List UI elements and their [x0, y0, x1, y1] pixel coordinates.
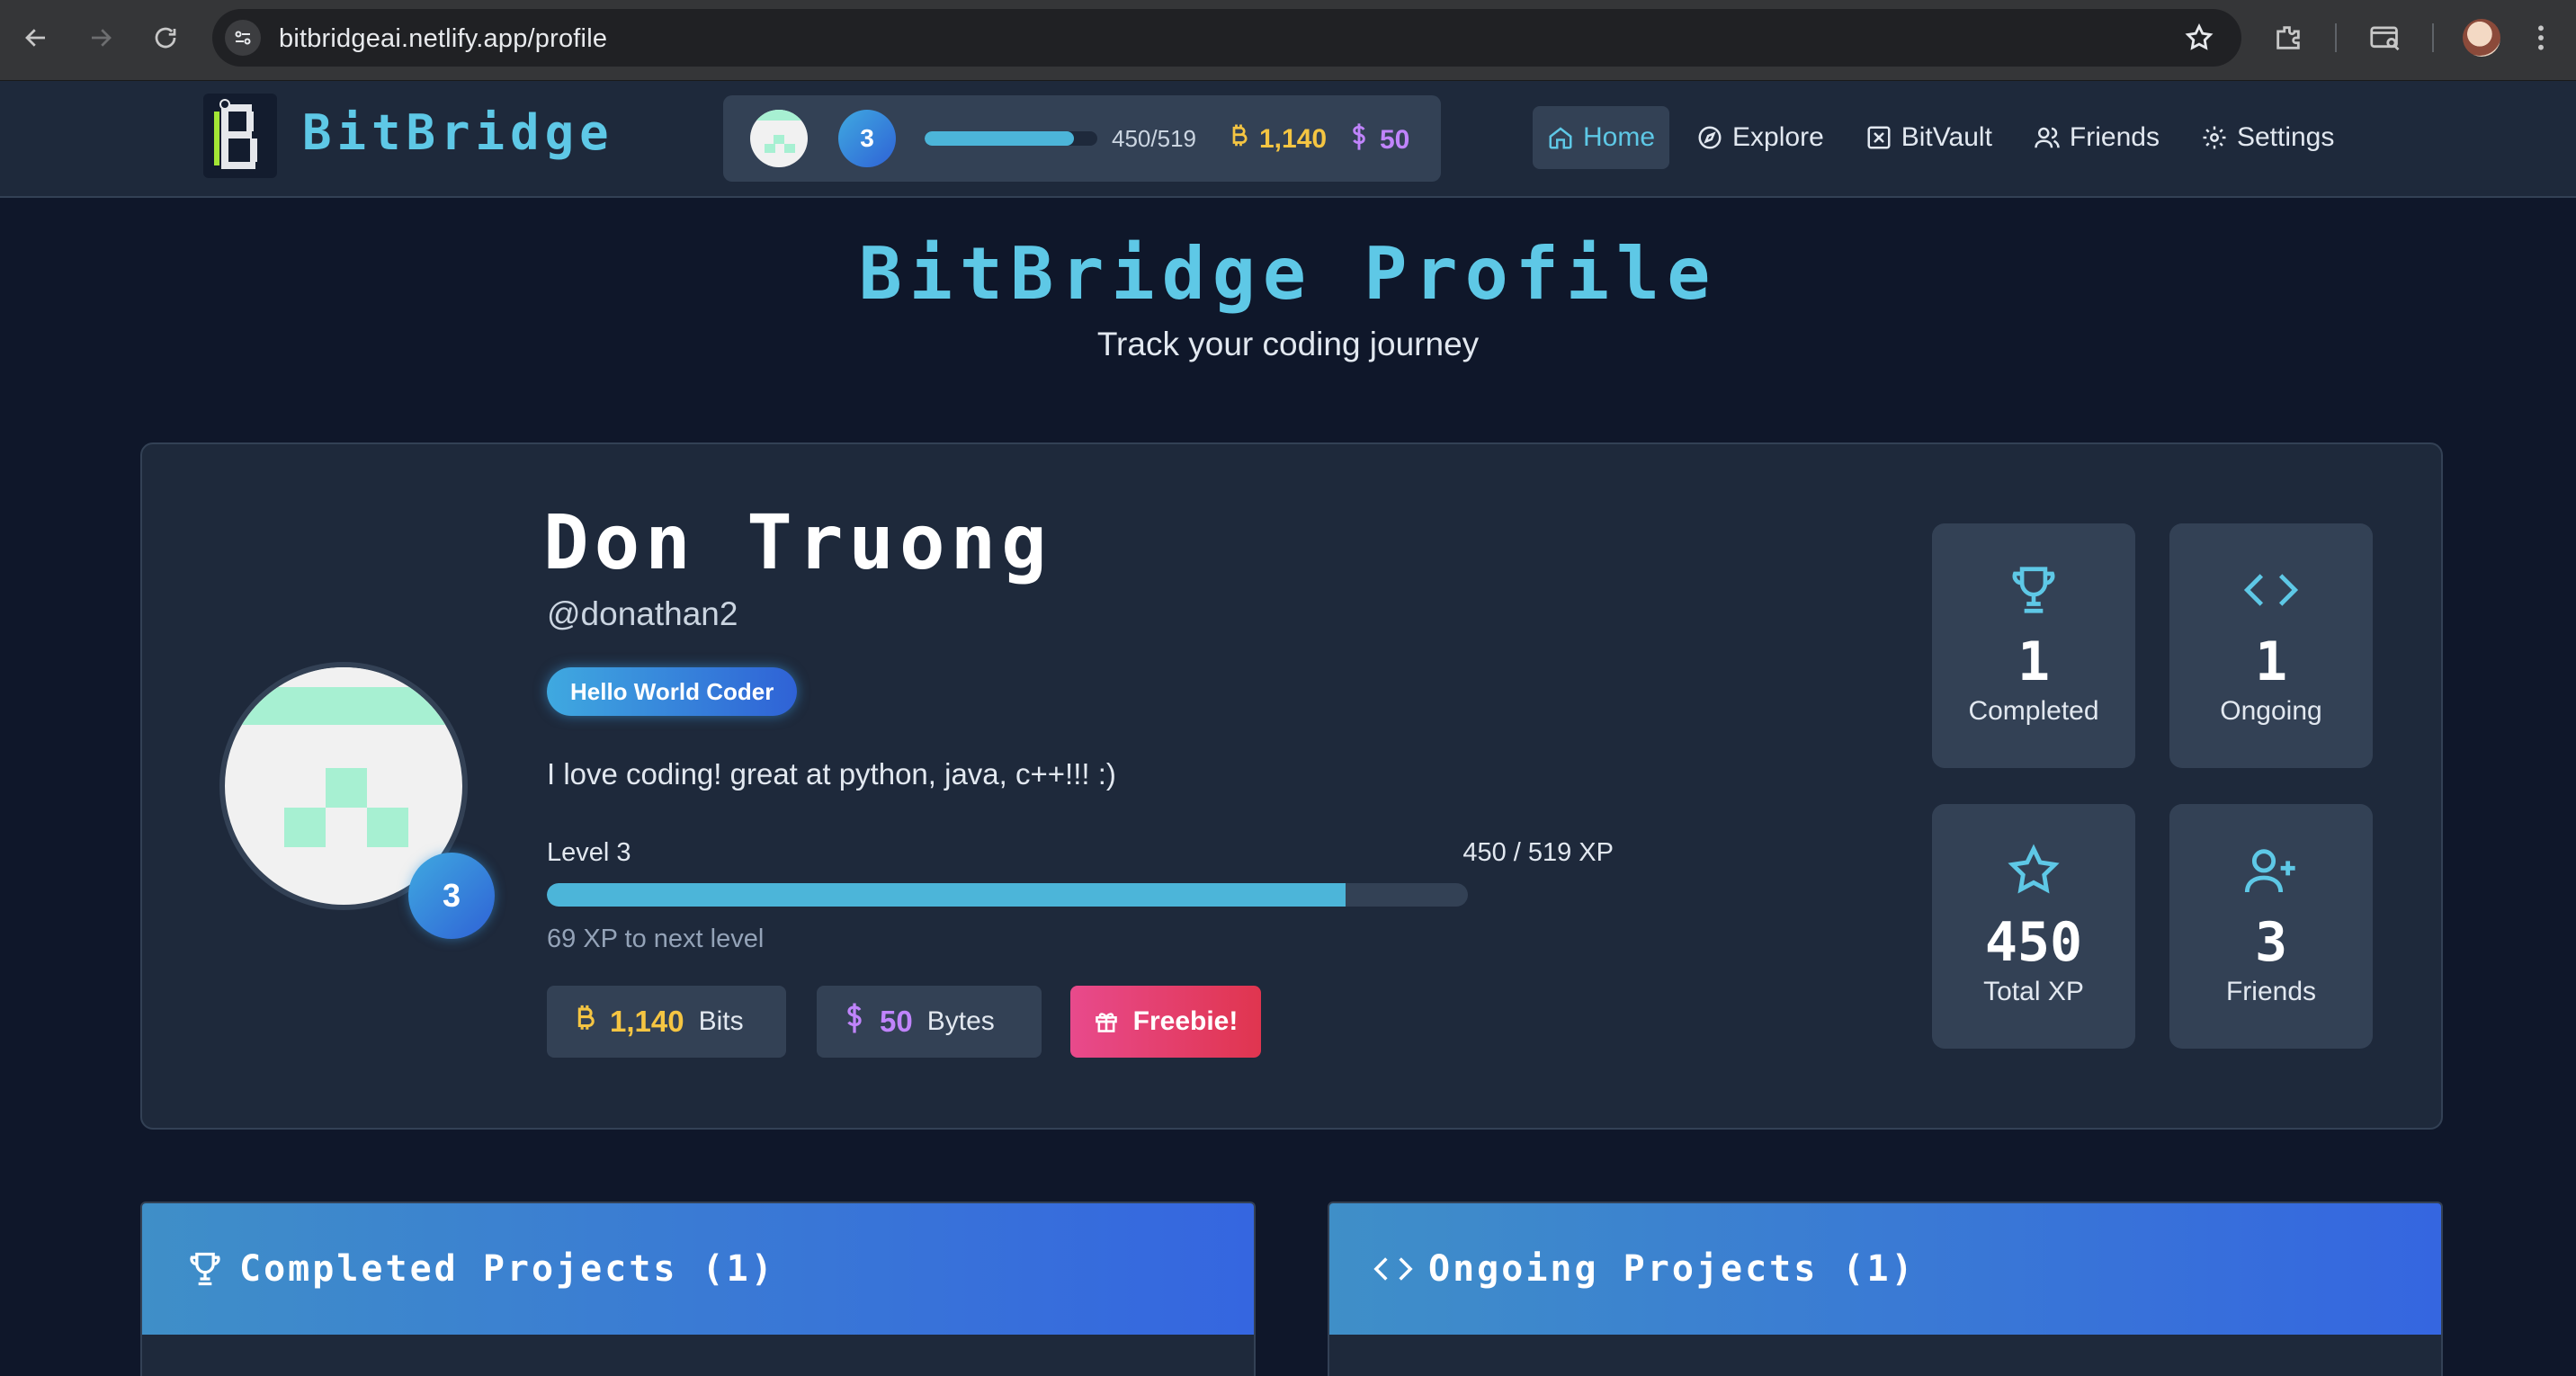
- vault-icon: [1867, 126, 1891, 149]
- stat-friends: 3 Friends: [2169, 804, 2373, 1049]
- compass-icon: [1698, 126, 1722, 149]
- app-navbar: BitBridge 3 450/519 1,140 50 Home Explor…: [0, 81, 2576, 198]
- completed-projects-header: Completed Projects (1): [142, 1203, 1254, 1335]
- freebie-label: Freebie!: [1132, 1006, 1239, 1036]
- profile-card: 3 Don Truong @donathan2 Hello World Code…: [140, 442, 2443, 1130]
- bytes-balance: 50 Bytes: [817, 986, 1042, 1058]
- reload-icon: [155, 27, 176, 49]
- bits-balance: 1,140 Bits: [547, 986, 786, 1058]
- site-settings-icon[interactable]: [225, 20, 261, 56]
- page-subtitle: Track your coding journey: [1096, 326, 1480, 362]
- completed-projects-title: Completed Projects (1): [239, 1248, 775, 1290]
- nav-home-label: Home: [1583, 122, 1656, 152]
- bitbridge-logo-icon[interactable]: [203, 94, 277, 178]
- profile-bio: I love coding! great at python, java, c+…: [547, 757, 1116, 791]
- trophy-icon: [2006, 558, 2062, 622]
- nav-friends-label: Friends: [2069, 122, 2160, 152]
- stat-total-xp: 450 Total XP: [1932, 804, 2135, 1049]
- xp-to-next-level: 69 XP to next level: [547, 925, 765, 953]
- stat-total-xp-label: Total XP: [1983, 977, 2084, 1006]
- nav-settings-label: Settings: [2236, 122, 2335, 152]
- code-icon: [2242, 558, 2300, 622]
- reload-button[interactable]: [146, 18, 185, 58]
- level-label: Level 3: [547, 838, 631, 867]
- tab-search-icon[interactable]: [2364, 18, 2407, 58]
- user-stat-bar: 3 450/519 1,140 50: [723, 95, 1441, 182]
- completed-projects-section: Completed Projects (1): [140, 1202, 1256, 1376]
- freebie-button[interactable]: Freebie!: [1070, 986, 1261, 1058]
- user-avatar[interactable]: [750, 110, 808, 167]
- bytes-amount: 50: [880, 1005, 913, 1038]
- star-icon: [2005, 838, 2062, 903]
- user-plus-icon: [2242, 838, 2300, 903]
- stat-ongoing-label: Ongoing: [2220, 696, 2322, 726]
- xp-text: 450/519: [1112, 125, 1196, 152]
- profile-name: Don Truong: [543, 498, 1052, 586]
- address-bar[interactable]: bitbridgeai.netlify.app/profile: [212, 9, 2241, 67]
- url-text[interactable]: bitbridgeai.netlify.app/profile: [279, 24, 607, 54]
- main-nav: Home Explore BitVault Friends Settings: [1533, 106, 2348, 169]
- nav-explore[interactable]: Explore: [1682, 106, 1838, 169]
- stat-friends-value: 3: [2254, 911, 2288, 974]
- arrow-right-icon: [92, 29, 112, 47]
- gift-icon: [1095, 1013, 1117, 1032]
- nav-settings[interactable]: Settings: [2187, 106, 2348, 169]
- users-icon: [2035, 127, 2060, 148]
- nav-bitvault-label: BitVault: [1901, 122, 1992, 152]
- bits-unit: Bits: [698, 1006, 744, 1036]
- toolbar-divider: [2432, 23, 2434, 52]
- title-badge: Hello World Coder: [547, 667, 798, 716]
- level-progress-bar: [547, 883, 1468, 907]
- back-button[interactable]: [16, 18, 56, 58]
- browser-profile-avatar[interactable]: [2463, 19, 2500, 57]
- stat-completed: 1 Completed: [1932, 523, 2135, 768]
- home-icon: [1549, 127, 1572, 149]
- trophy-icon: [190, 1252, 220, 1286]
- nav-friends[interactable]: Friends: [2019, 106, 2174, 169]
- forward-button[interactable]: [81, 18, 121, 58]
- bits-value: 1,140: [1259, 124, 1328, 154]
- nav-explore-label: Explore: [1732, 122, 1824, 152]
- dollar-icon: [1349, 122, 1369, 158]
- extensions-icon[interactable]: [2268, 18, 2308, 58]
- stat-ongoing: 1 Ongoing: [2169, 523, 2373, 768]
- xp-progress-bar: [925, 131, 1097, 146]
- code-icon: [1373, 1257, 1413, 1281]
- level-progress-fill: [547, 883, 1346, 907]
- avatar-level-badge: 3: [408, 853, 495, 939]
- xp-progress-fill: [925, 131, 1075, 146]
- browser-menu-icon[interactable]: [2527, 18, 2554, 58]
- bytes-value: 50: [1380, 125, 1410, 155]
- bitcoin-icon: [1229, 122, 1248, 156]
- toolbar-divider: [2335, 23, 2337, 52]
- stat-friends-label: Friends: [2225, 977, 2317, 1006]
- brand-name[interactable]: BitBridge: [302, 104, 614, 161]
- bookmark-star-icon[interactable]: [2184, 22, 2214, 58]
- browser-toolbar: bitbridgeai.netlify.app/profile: [0, 0, 2576, 81]
- bitcoin-icon: [574, 1003, 595, 1041]
- page-title: BitBridge Profile: [858, 232, 1718, 316]
- bits-amount: 1,140: [610, 1005, 684, 1038]
- level-xp: 450 / 519 XP: [1462, 838, 1614, 867]
- nav-bitvault[interactable]: BitVault: [1851, 106, 2007, 169]
- bits-counter: 1,140: [1229, 122, 1327, 156]
- gear-icon: [2203, 126, 2226, 149]
- level-badge: 3: [838, 110, 896, 167]
- ongoing-projects-title: Ongoing Projects (1): [1428, 1248, 1916, 1290]
- stat-completed-value: 1: [2017, 630, 2051, 693]
- nav-home[interactable]: Home: [1533, 106, 1670, 169]
- stat-ongoing-value: 1: [2254, 630, 2288, 693]
- arrow-left-icon: [25, 29, 45, 47]
- bytes-unit: Bytes: [926, 1006, 995, 1036]
- stat-completed-label: Completed: [1968, 696, 2099, 726]
- ongoing-projects-section: Ongoing Projects (1): [1328, 1202, 2443, 1376]
- profile-handle: @donathan2: [547, 595, 738, 632]
- ongoing-projects-header: Ongoing Projects (1): [1329, 1203, 2441, 1335]
- stat-total-xp-value: 450: [1984, 911, 2083, 974]
- bytes-counter: 50: [1349, 122, 1409, 158]
- dollar-icon: [844, 1002, 865, 1041]
